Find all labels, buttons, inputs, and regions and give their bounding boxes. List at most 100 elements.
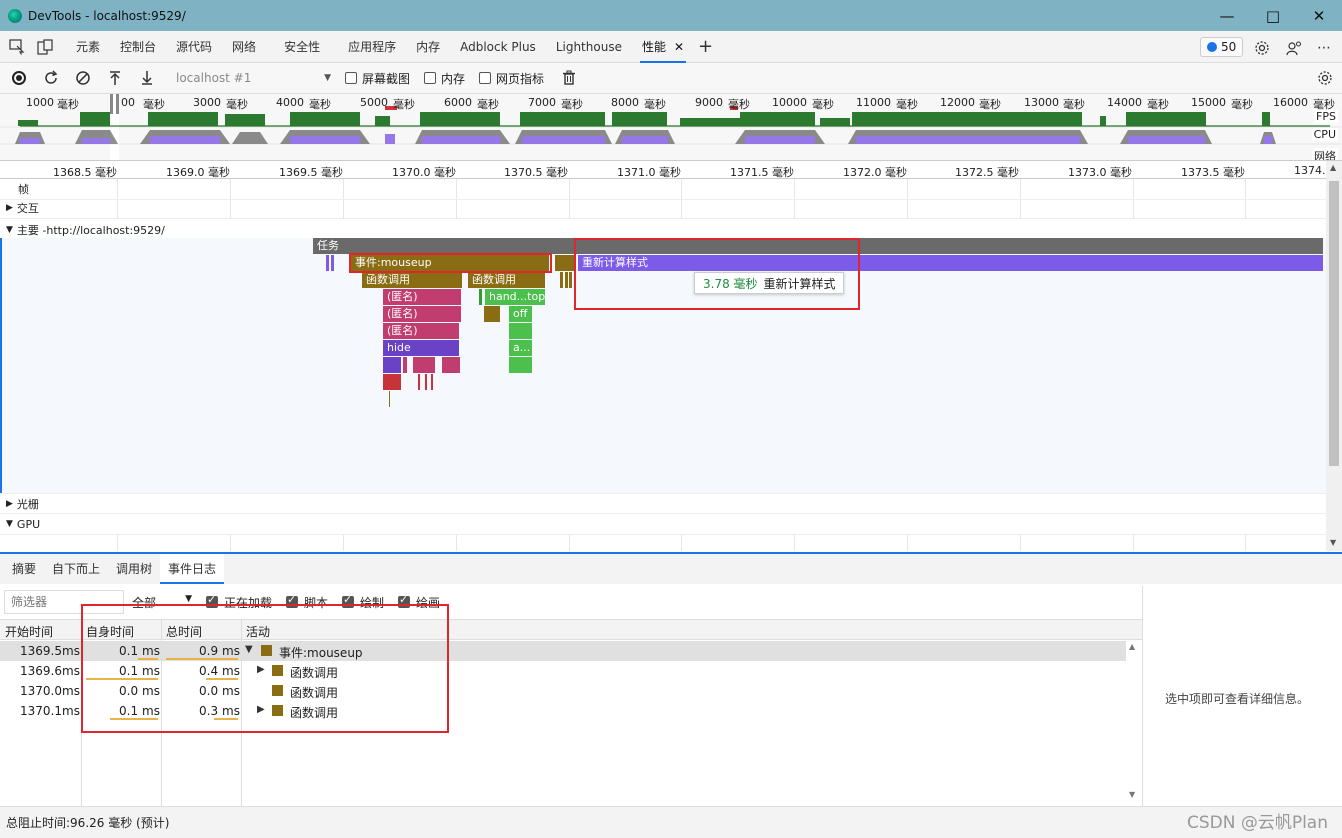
flame-mark[interactable] bbox=[560, 272, 563, 288]
flamechart-scrollbar[interactable]: ▲ ▼ bbox=[1326, 161, 1342, 551]
track-raster[interactable]: ▶ 光栅 bbox=[0, 493, 1326, 514]
close-window-button[interactable]: ✕ bbox=[1296, 0, 1342, 31]
ruler-tick: 1373.0 毫秒 bbox=[1068, 166, 1132, 179]
more-options-icon[interactable]: ⋯ bbox=[1313, 37, 1335, 59]
inspect-element-icon[interactable] bbox=[6, 36, 28, 58]
flame-mark[interactable] bbox=[413, 357, 435, 373]
device-toolbar-icon[interactable] bbox=[34, 36, 56, 58]
overview-tick: 毫秒 bbox=[477, 98, 499, 111]
tab-call-tree[interactable]: 调用树 bbox=[108, 554, 160, 584]
flame-mark[interactable] bbox=[383, 357, 401, 373]
memory-checkbox[interactable]: 内存 bbox=[424, 70, 465, 87]
web-vitals-checkbox[interactable]: 网页指标 bbox=[479, 70, 544, 87]
flame-mark[interactable] bbox=[425, 374, 427, 390]
profile-select[interactable]: localhost #1 ▼ bbox=[176, 68, 331, 88]
minimize-button[interactable]: — bbox=[1204, 0, 1250, 31]
flame-anonymous[interactable]: (匿名) bbox=[383, 306, 461, 322]
customize-profile-icon[interactable] bbox=[1283, 37, 1305, 59]
ruler-tick: 1369.0 毫秒 bbox=[166, 166, 230, 179]
overview-tick: 5000 bbox=[360, 96, 388, 109]
scroll-down-icon[interactable]: ▼ bbox=[1129, 790, 1135, 799]
trash-icon[interactable] bbox=[556, 65, 582, 91]
clear-icon[interactable] bbox=[70, 65, 96, 91]
tab-performance[interactable]: 性能 ✕ bbox=[632, 31, 694, 63]
maximize-button[interactable]: □ bbox=[1250, 0, 1296, 31]
tab-elements[interactable]: 元素 bbox=[66, 31, 110, 63]
flame-off[interactable]: off bbox=[509, 306, 532, 322]
flame-mark[interactable] bbox=[565, 272, 568, 288]
flame-mark[interactable] bbox=[389, 391, 390, 407]
flame-hide[interactable]: hide bbox=[383, 340, 459, 356]
devtools-tab-strip: 元素 控制台 源代码 网络 安全性 应用程序 内存 Adblock Plus L… bbox=[0, 31, 1342, 63]
more-tools-plus-icon[interactable]: + bbox=[698, 36, 713, 57]
memory-label: 内存 bbox=[441, 71, 466, 86]
overview-tick: 毫秒 bbox=[1231, 98, 1253, 111]
flame-event-small[interactable] bbox=[555, 255, 575, 271]
timeline-ruler[interactable]: 1368.5 毫秒 1369.0 毫秒 1369.5 毫秒 1370.0 毫秒 … bbox=[0, 161, 1333, 179]
close-tab-icon[interactable]: ✕ bbox=[674, 40, 684, 54]
overview-tick: 11000 bbox=[856, 96, 891, 109]
timeline-overview[interactable]: 1000 毫秒 00 毫秒 3000 毫秒 4000 毫秒 5000 毫秒 60… bbox=[0, 94, 1342, 161]
tab-security[interactable]: 安全性 bbox=[274, 31, 330, 63]
ruler-tick: 1373.5 毫秒 bbox=[1181, 166, 1245, 179]
tab-memory[interactable]: 内存 bbox=[406, 31, 450, 63]
tab-application[interactable]: 应用程序 bbox=[338, 31, 406, 63]
overview-tick: 7000 bbox=[528, 96, 556, 109]
track-gpu[interactable]: ▼ GPU bbox=[0, 514, 1326, 535]
tab-lighthouse[interactable]: Lighthouse bbox=[546, 31, 632, 63]
overview-tick: 8000 bbox=[611, 96, 639, 109]
flame-mark[interactable] bbox=[403, 357, 407, 373]
flame-mark[interactable] bbox=[383, 374, 401, 390]
flame-mark[interactable] bbox=[509, 357, 532, 373]
tab-summary[interactable]: 摘要 bbox=[4, 554, 44, 584]
start-time: 1369.5 bbox=[20, 644, 62, 658]
flame-mark[interactable] bbox=[431, 374, 433, 390]
flame-mark[interactable] bbox=[509, 323, 532, 339]
flame-handtop[interactable]: hand...top bbox=[485, 289, 545, 305]
tab-console[interactable]: 控制台 bbox=[110, 31, 166, 63]
flame-function-call[interactable]: 函数调用 bbox=[362, 272, 462, 288]
total-blocking-time: 总阻止时间:96.26 毫秒 (预计) bbox=[6, 816, 170, 830]
capture-settings-gear-icon[interactable] bbox=[1312, 65, 1338, 91]
unit: ms bbox=[62, 664, 80, 678]
track-interactions[interactable]: ▶ 交互 bbox=[0, 198, 1326, 219]
overview-tick: 毫秒 bbox=[1063, 98, 1085, 111]
flame-mark[interactable] bbox=[326, 255, 329, 271]
flame-anonymous[interactable]: (匿名) bbox=[383, 323, 459, 339]
screenshots-checkbox[interactable]: 屏幕截图 bbox=[345, 70, 410, 87]
gpu-label: GPU bbox=[16, 517, 41, 531]
upload-profile-icon[interactable] bbox=[102, 65, 128, 91]
flame-mark[interactable] bbox=[569, 272, 572, 288]
flame-anonymous[interactable]: (匿名) bbox=[383, 289, 461, 305]
record-button[interactable] bbox=[6, 65, 32, 91]
flame-mark[interactable] bbox=[331, 255, 334, 271]
flame-mark[interactable] bbox=[479, 289, 482, 305]
scroll-thumb[interactable] bbox=[1329, 181, 1339, 466]
checkbox-box bbox=[345, 72, 357, 84]
scroll-up-icon[interactable]: ▲ bbox=[1129, 642, 1135, 651]
track-frames[interactable]: 帧 bbox=[0, 179, 1326, 200]
flame-mark[interactable] bbox=[418, 374, 420, 390]
tab-adblock-plus[interactable]: Adblock Plus bbox=[450, 31, 546, 63]
flame-a[interactable]: a... bbox=[509, 340, 532, 356]
tab-network[interactable]: 网络 bbox=[222, 31, 266, 63]
track-main-header[interactable]: ▼ 主要 -http://localhost:9529/ bbox=[0, 219, 1326, 240]
flame-mark[interactable] bbox=[442, 357, 460, 373]
col-start-time[interactable]: 开始时间 bbox=[5, 623, 53, 640]
overview-tick: 毫秒 bbox=[143, 98, 165, 111]
event-log-scrollbar[interactable]: ▲ ▼ bbox=[1126, 640, 1142, 806]
tab-sources[interactable]: 源代码 bbox=[166, 31, 222, 63]
settings-gear-icon[interactable] bbox=[1251, 37, 1273, 59]
tab-event-log[interactable]: 事件日志 bbox=[160, 554, 225, 584]
reload-record-icon[interactable] bbox=[38, 65, 64, 91]
scroll-down-icon[interactable]: ▼ bbox=[1330, 538, 1336, 547]
download-profile-icon[interactable] bbox=[134, 65, 160, 91]
scroll-up-icon[interactable]: ▲ bbox=[1330, 163, 1336, 172]
flame-function-call[interactable]: 函数调用 bbox=[468, 272, 545, 288]
tab-bottom-up[interactable]: 自下而上 bbox=[44, 554, 108, 584]
status-bar: 总阻止时间:96.26 毫秒 (预计) bbox=[0, 806, 1342, 838]
issues-badge[interactable]: 50 bbox=[1200, 37, 1244, 57]
interactions-label: 交互 bbox=[16, 202, 39, 215]
flame-mark[interactable] bbox=[484, 306, 500, 322]
web-vitals-label: 网页指标 bbox=[496, 71, 545, 86]
